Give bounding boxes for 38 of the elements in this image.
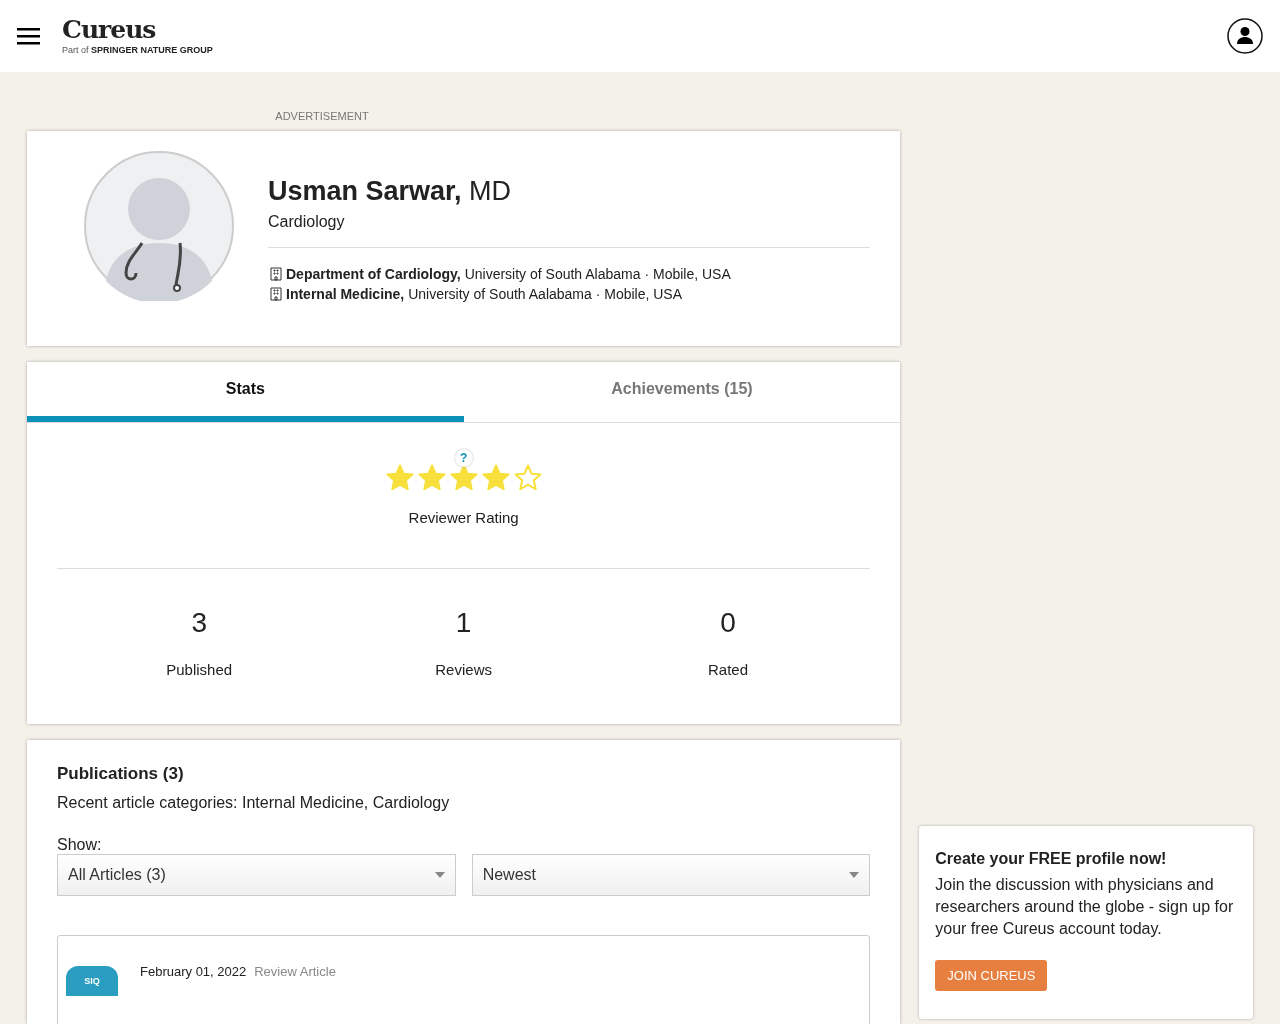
specialty: Cardiology (268, 213, 871, 248)
filter-dropdown[interactable]: All Articles (3) (57, 854, 456, 896)
star-icon (384, 463, 415, 493)
doctor-name: Usman Sarwar, MD (268, 176, 513, 207)
help-mark[interactable]: ? (454, 449, 473, 467)
menu-icon[interactable] (17, 27, 40, 45)
tab[interactable]: Achievements (15) (463, 362, 901, 422)
article-type: Review Article (254, 964, 336, 979)
stat-label: Reviews (435, 661, 492, 678)
advertisement-label: ADVERTISEMENT (274, 110, 370, 122)
stat-label: Published (166, 661, 233, 678)
affiliation: Department of Cardiology, University of South Alabama · Mobile, USA (286, 266, 731, 282)
signup-text: Join the discussion with physicians and researchers around the globe - sign up for your free Cureus account today. (935, 875, 1235, 939)
rating-label: Reviewer Rating (408, 509, 519, 526)
star-icon (480, 463, 511, 493)
affiliation: Internal Medicine, University of South Aalabama · Mobile, USA (286, 286, 683, 302)
logo-tagline: Part of SPRINGER NATURE GROUP (62, 45, 213, 55)
stat-value: 0 (720, 607, 736, 639)
tab[interactable]: Stats (27, 362, 464, 422)
journal-badge: SIQ (66, 966, 118, 996)
building-icon (270, 287, 282, 301)
show-label: Show: (57, 836, 103, 854)
building-icon (270, 267, 282, 281)
user-icon[interactable] (1227, 18, 1263, 54)
stat-label: Rated (708, 661, 749, 678)
star-icon (512, 463, 543, 493)
categories-text: Recent article categories: Internal Medicine, Cardiology (57, 794, 451, 812)
signup-title: Create your FREE profile now! (935, 850, 1168, 868)
article-date: February 01, 2022 (140, 964, 247, 979)
stat-value: 3 (191, 607, 207, 639)
caret-icon (434, 872, 445, 878)
stat-value: 1 (455, 607, 472, 639)
filter-dropdown[interactable]: Newest (471, 854, 871, 896)
logo[interactable]: Cureus (62, 17, 213, 43)
caret-icon (849, 872, 860, 878)
section-title: Publications (3) (57, 764, 185, 784)
star-icon (416, 463, 447, 493)
article-card[interactable]: SIQ February 01, 2022 Review Article (57, 935, 871, 1024)
